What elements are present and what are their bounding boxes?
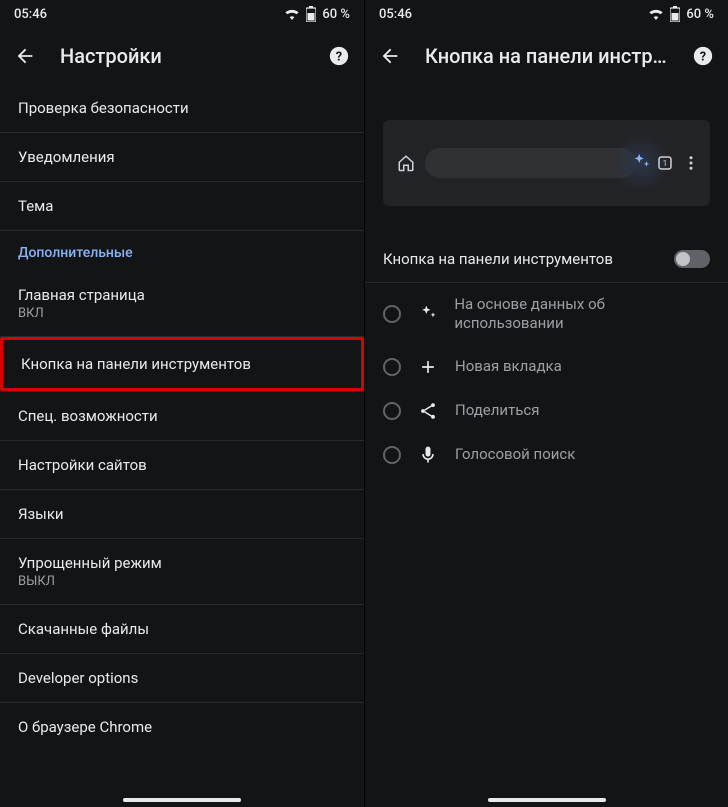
item-label: Упрощенный режим xyxy=(18,554,346,572)
option-label: Голосовой поиск xyxy=(455,445,575,464)
toggle-switch[interactable] xyxy=(674,250,710,268)
item-label: Настройки сайтов xyxy=(18,456,346,474)
omnibox xyxy=(425,148,636,178)
settings-item[interactable]: Скачанные файлы xyxy=(0,605,364,653)
status-bar: 05:46 60 % xyxy=(365,0,728,28)
nav-indicator xyxy=(488,798,606,802)
radio-button[interactable] xyxy=(383,358,401,376)
option-row[interactable]: Новая вкладка xyxy=(365,345,728,389)
settings-list: Проверка безопасности Уведомления Тема Д… xyxy=(0,84,364,807)
back-button[interactable] xyxy=(14,45,36,67)
wifi-icon xyxy=(284,8,300,20)
help-button[interactable]: ? xyxy=(328,45,350,67)
radio-button[interactable] xyxy=(383,446,401,464)
item-label: Уведомления xyxy=(18,148,346,166)
share-icon xyxy=(417,401,439,421)
item-label: О браузере Chrome xyxy=(18,718,346,736)
settings-item[interactable]: Проверка безопасности xyxy=(0,84,364,132)
settings-item[interactable]: Главная страница ВКЛ xyxy=(0,271,364,336)
settings-item[interactable]: Спец. возможности xyxy=(0,392,364,440)
sparkle-icon xyxy=(417,304,438,324)
item-label: Developer options xyxy=(18,669,346,687)
item-sublabel: ВКЛ xyxy=(18,306,346,321)
settings-item[interactable]: Уведомления xyxy=(0,133,364,181)
app-bar: Кнопка на панели инстр… ? xyxy=(365,28,728,84)
page-title: Настройки xyxy=(60,44,304,68)
status-time: 05:46 xyxy=(14,7,47,22)
svg-text:?: ? xyxy=(336,50,342,65)
battery-icon xyxy=(306,6,316,22)
section-header: Дополнительные xyxy=(0,231,364,271)
option-label: Поделиться xyxy=(455,401,540,420)
item-label: Главная страница xyxy=(18,286,346,304)
item-label: Кнопка на панели инструментов xyxy=(21,355,343,373)
mic-icon xyxy=(417,445,439,465)
home-icon xyxy=(397,154,415,172)
item-label: Проверка безопасности xyxy=(18,99,346,117)
item-label: Спец. возможности xyxy=(18,407,346,425)
back-button[interactable] xyxy=(379,45,401,67)
radio-button[interactable] xyxy=(383,402,401,420)
battery-icon xyxy=(670,6,680,22)
settings-item[interactable]: Упрощенный режим ВЫКЛ xyxy=(0,539,364,604)
toolbar-button-screen: 05:46 60 % Кнопка на панели инстр… ? xyxy=(364,0,728,807)
svg-text:?: ? xyxy=(700,50,706,65)
option-row[interactable]: Поделиться xyxy=(365,389,728,433)
battery-percent: 60 % xyxy=(322,7,350,22)
status-time: 05:46 xyxy=(379,7,412,22)
settings-item[interactable]: Developer options xyxy=(0,654,364,702)
toolbar-preview: 1 xyxy=(383,120,710,206)
sparkle-icon xyxy=(630,152,652,174)
tabs-icon: 1 xyxy=(656,154,674,172)
option-row[interactable]: На основе данных об использовании xyxy=(365,283,728,345)
option-row[interactable]: Голосовой поиск xyxy=(365,433,728,477)
item-label: Языки xyxy=(18,505,346,523)
settings-item[interactable]: Языки xyxy=(0,490,364,538)
more-icon xyxy=(682,154,700,172)
page-title: Кнопка на панели инстр… xyxy=(425,44,668,68)
help-button[interactable]: ? xyxy=(692,45,714,67)
settings-item[interactable]: О браузере Chrome xyxy=(0,703,364,751)
status-right: 60 % xyxy=(648,6,714,22)
enable-switch-row[interactable]: Кнопка на панели инструментов xyxy=(365,236,728,282)
app-bar: Настройки ? xyxy=(0,28,364,84)
wifi-icon xyxy=(648,8,664,20)
status-bar: 05:46 60 % xyxy=(0,0,364,28)
battery-percent: 60 % xyxy=(686,7,714,22)
settings-item-toolbar-button[interactable]: Кнопка на панели инструментов xyxy=(0,337,364,391)
plus-icon xyxy=(417,357,439,377)
settings-item[interactable]: Настройки сайтов xyxy=(0,441,364,489)
switch-label: Кнопка на панели инструментов xyxy=(383,250,674,268)
option-label: На основе данных об использовании xyxy=(454,295,710,333)
settings-screen: 05:46 60 % Настройки ? Проверка безопасн… xyxy=(0,0,364,807)
nav-indicator xyxy=(123,798,241,802)
item-label: Скачанные файлы xyxy=(18,620,346,638)
settings-item[interactable]: Тема xyxy=(0,182,364,230)
item-label: Тема xyxy=(18,197,346,215)
radio-button[interactable] xyxy=(383,305,401,323)
option-label: Новая вкладка xyxy=(455,357,562,376)
status-right: 60 % xyxy=(284,6,350,22)
item-sublabel: ВЫКЛ xyxy=(18,574,346,589)
svg-text:1: 1 xyxy=(663,159,668,169)
